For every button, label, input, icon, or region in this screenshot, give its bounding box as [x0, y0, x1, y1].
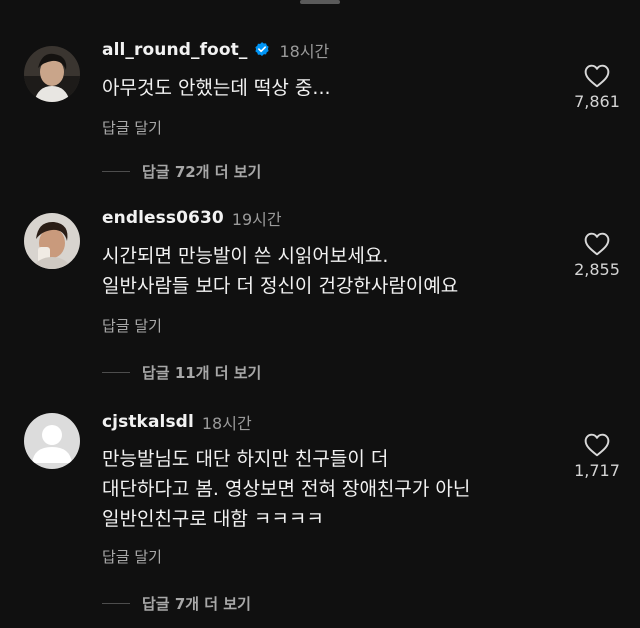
divider — [102, 603, 130, 604]
like-count: 1,717 — [574, 461, 620, 480]
comment-text: 만능발님도 대단 하지만 친구들이 더 대단하다고 봄. 영상보면 전혀 장애친… — [102, 448, 471, 530]
sheet-grab-handle[interactable] — [300, 0, 340, 4]
like-control: 1,717 — [560, 433, 634, 480]
heart-outline-icon[interactable] — [584, 64, 610, 88]
comment-time: 18시간 — [201, 414, 252, 433]
comment-text: 시간되면 만능발이 쓴 시읽어보세요. 일반사람들 보다 더 정신이 건강한사람… — [102, 245, 459, 297]
divider — [102, 372, 130, 373]
heart-outline-icon[interactable] — [584, 232, 610, 256]
username[interactable]: endless0630 — [102, 208, 224, 228]
reply-button[interactable]: 답글 달기 — [102, 117, 162, 138]
view-replies-button[interactable]: 답글 72개 더 보기 — [102, 161, 261, 182]
verified-badge-icon — [255, 42, 270, 56]
comments-sheet: all_round_foot_ 18시간 아무것도 안했는데 떡상 중... 답… — [0, 0, 640, 628]
view-replies-button[interactable]: 답글 11개 더 보기 — [102, 362, 261, 383]
view-replies-label: 답글 7개 더 보기 — [142, 595, 251, 613]
username[interactable]: cjstkalsdl — [102, 412, 194, 432]
like-control: 2,855 — [560, 232, 634, 279]
like-count: 2,855 — [574, 260, 620, 279]
like-count: 7,861 — [574, 92, 620, 111]
avatar[interactable] — [24, 213, 80, 269]
username[interactable]: all_round_foot_ — [102, 40, 247, 60]
view-replies-label: 답글 72개 더 보기 — [142, 163, 262, 181]
divider — [102, 171, 130, 172]
view-replies-label: 답글 11개 더 보기 — [142, 364, 262, 382]
comment-text: 아무것도 안했는데 떡상 중... — [102, 77, 331, 99]
comment-header: cjstkalsdl 18시간 — [102, 410, 252, 434]
avatar[interactable] — [24, 46, 80, 102]
view-replies-button[interactable]: 답글 7개 더 보기 — [102, 593, 251, 614]
reply-button[interactable]: 답글 달기 — [102, 315, 162, 336]
avatar[interactable] — [24, 413, 80, 469]
heart-outline-icon[interactable] — [584, 433, 610, 457]
comment-header: all_round_foot_ 18시간 — [102, 38, 329, 62]
comment-time: 18시간 — [279, 42, 330, 61]
comment-header: endless0630 19시간 — [102, 206, 282, 230]
comment-time: 19시간 — [231, 210, 282, 229]
like-control: 7,861 — [560, 64, 634, 111]
reply-button[interactable]: 답글 달기 — [102, 546, 162, 567]
